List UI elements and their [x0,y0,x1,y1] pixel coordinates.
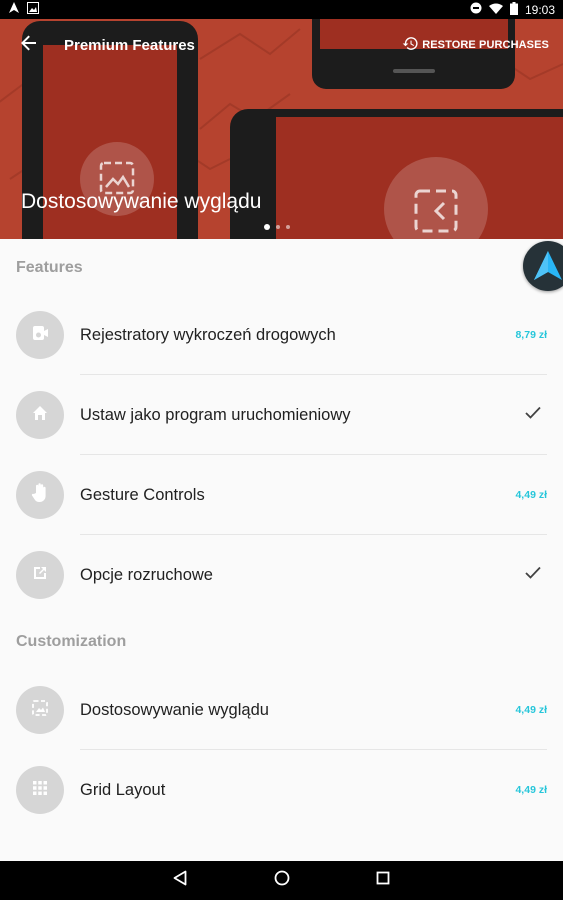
feature-price[interactable]: 8,79 zł [515,329,547,341]
pager-dot[interactable] [264,224,270,230]
wallpaper-icon [32,699,48,721]
nav-home-button[interactable] [257,861,307,900]
back-button[interactable] [14,30,44,60]
feature-row-gesture-controls[interactable]: Gesture Controls 4,49 zł [0,455,563,535]
feature-row-grid-layout[interactable]: Grid Layout 4,49 zł [0,750,563,830]
history-icon [402,35,419,55]
page-title: Premium Features [64,36,195,54]
hero-caption: Dostosowywanie wyglądu [21,190,262,213]
hero-banner[interactable]: Premium Features RESTORE PURCHASES Dosto… [0,19,563,239]
feature-price[interactable]: 4,49 zł [515,784,547,796]
nav-recents-icon [376,871,390,890]
app-notification-icon [8,2,20,17]
feature-icon-circle [16,311,64,359]
pager-dot[interactable] [276,225,280,229]
feature-icon-circle [16,766,64,814]
checkmark-icon [525,406,541,424]
wifi-icon [488,3,503,17]
status-left [8,2,39,17]
feature-label: Rejestratory wykroczeń drogowych [80,325,336,344]
do-not-disturb-icon [470,2,482,17]
feature-label: Gesture Controls [80,485,205,504]
feature-label: Dostosowywanie wyglądu [80,700,269,719]
feature-label: Opcje rozruchowe [80,565,213,584]
nav-back-icon [173,870,187,891]
feature-row-appearance[interactable]: Dostosowywanie wyglądu 4,49 zł [0,670,563,750]
pager-indicator [264,224,290,230]
nav-home-icon [274,870,290,891]
arrow-back-icon [21,35,37,56]
pager-dot[interactable] [286,225,290,229]
nav-recents-button[interactable] [358,861,408,900]
status-bar: 19:03 [0,0,563,19]
app-logo-badge[interactable] [523,241,563,291]
section-header-customization: Customization [16,633,127,650]
status-time: 19:03 [524,2,555,17]
feature-price[interactable]: 4,49 zł [515,489,547,501]
feature-label: Ustaw jako program uruchomieniowy [80,405,351,424]
nav-back-button[interactable] [155,861,205,900]
feature-icon-circle [16,686,64,734]
grid-icon [33,780,47,800]
dashcam-icon [31,324,49,347]
feature-row-traffic-recorders[interactable]: Rejestratory wykroczeń drogowych 8,79 zł [0,295,563,375]
section-header-features: Features [16,259,83,276]
feature-row-startup-options[interactable]: Opcje rozruchowe [0,535,563,615]
feature-price[interactable]: 4,49 zł [515,704,547,716]
feature-icon-circle [16,391,64,439]
open-in-new-icon [32,565,48,586]
app-logo-icon [534,251,562,280]
system-nav-bar [0,861,563,900]
battery-icon [509,1,518,18]
status-right: 19:03 [470,1,555,18]
feature-icon-circle [16,471,64,519]
checkmark-icon [525,566,541,584]
feature-label: Grid Layout [80,780,166,799]
restore-purchases-button[interactable]: RESTORE PURCHASES [402,35,549,55]
home-icon [32,405,48,426]
hand-icon [31,482,49,508]
image-notification-icon [27,2,39,17]
restore-purchases-label: RESTORE PURCHASES [422,39,549,51]
feature-row-launcher[interactable]: Ustaw jako program uruchomieniowy [0,375,563,455]
feature-icon-circle [16,551,64,599]
app-bar: Premium Features RESTORE PURCHASES [0,19,563,71]
